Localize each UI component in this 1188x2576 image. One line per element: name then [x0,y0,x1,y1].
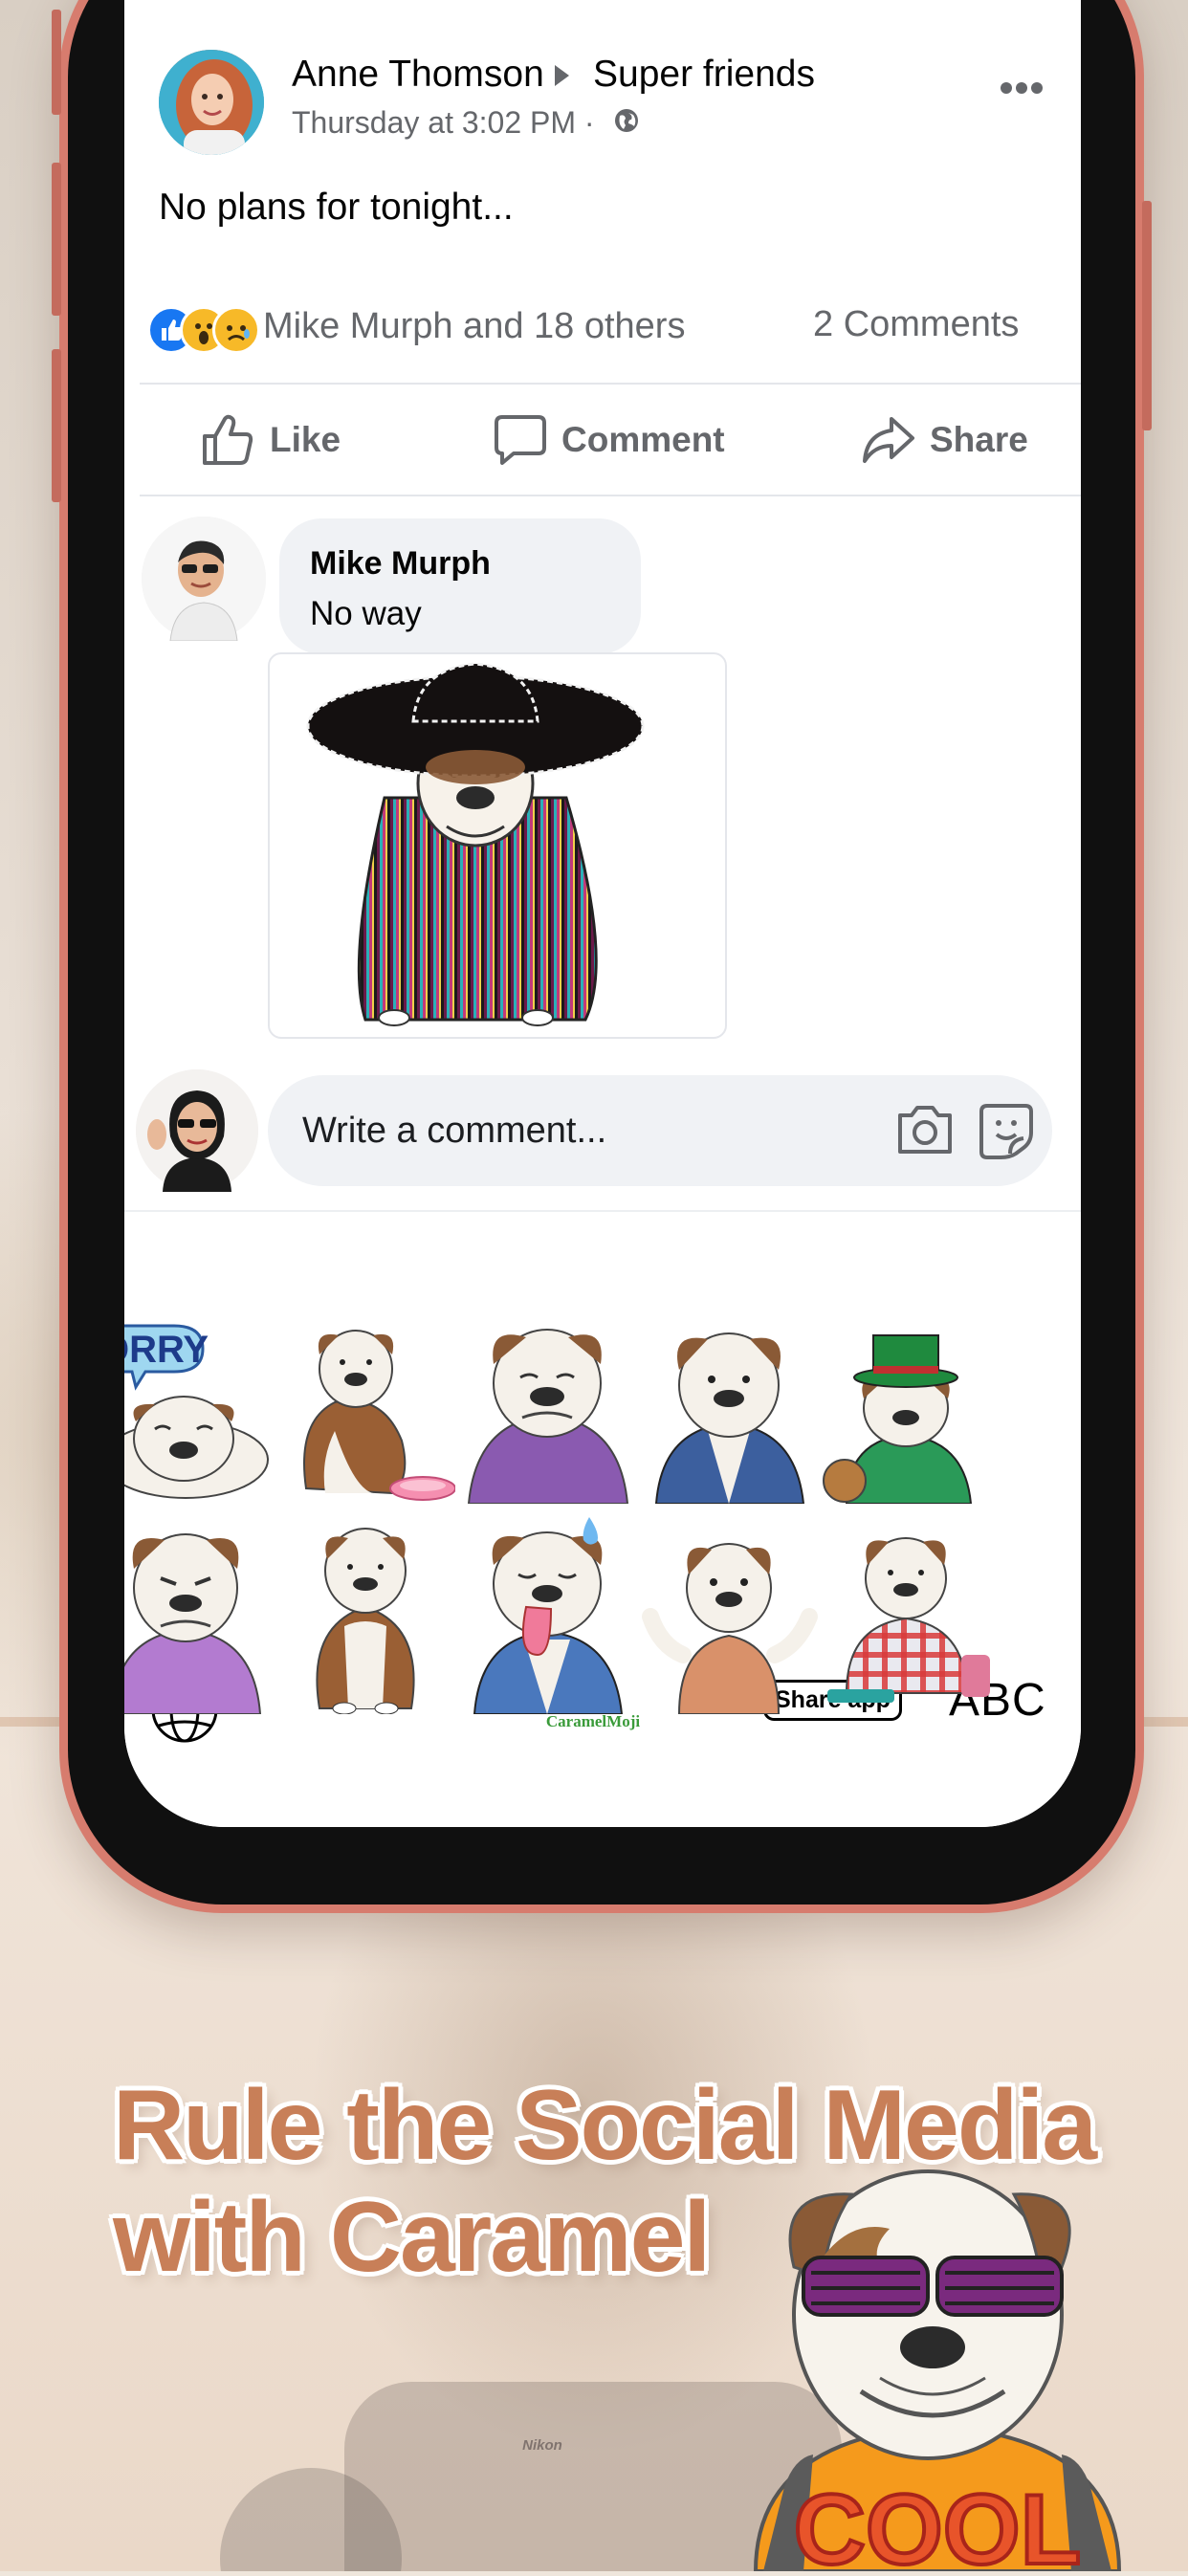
bulldog-sunglasses-image: COOL [753,2169,1122,2576]
thumbs-up-icon [203,414,253,465]
bulldog-bowl-sticker-image [303,1330,456,1501]
post-text: No plans for tonight... [159,187,514,228]
comment-button[interactable]: Comment [493,411,725,469]
divider [140,495,1081,496]
bulldog-purple-hoodie-sticker-image [467,1329,629,1505]
sad-reaction-icon [212,306,260,354]
post-group-name[interactable]: Super friends [593,54,815,96]
comment-label: Comment [561,420,725,459]
phone-volume-down-button [52,349,61,502]
divider [140,383,1081,385]
like-button[interactable]: Like [201,411,341,469]
comment-count[interactable]: 2 Comments [813,304,1019,345]
bulldog-pink-shirt-sticker-image [124,1533,262,1715]
share-button[interactable]: Share [861,411,1028,469]
reaction-icons[interactable] [147,306,262,354]
avatar-portrait [136,1069,258,1192]
post-author-avatar[interactable] [159,50,264,155]
sticker-bulldog-purple-hoodie[interactable] [459,1316,637,1505]
phone-side-button [52,10,61,115]
bulldog-sitting-sticker-image [316,1528,415,1715]
current-user-avatar[interactable] [136,1069,258,1192]
bulldog-sweat-tongue-sticker-image [473,1517,624,1715]
camera-icon[interactable] [894,1098,956,1159]
sticker-bulldog-plaid-shirt[interactable] [818,1511,996,1703]
sticker-bulldog-vest[interactable] [641,1316,819,1505]
sticker-bulldog-green-hat[interactable] [818,1316,996,1505]
avatar-portrait [159,50,264,155]
bulldog-vest-sticker-image [654,1332,805,1505]
bulldog-sombrero-sticker-image [306,662,645,1026]
sticker-bulldog-sorry[interactable]: ORRY [124,1316,275,1504]
cool-bulldog-illustration: COOL [737,2152,1138,2576]
more-options-icon[interactable] [1000,81,1044,95]
bulldog-shrug-sticker-image [642,1543,818,1715]
comment-text: No way [310,595,422,632]
share-arrow-icon [863,417,914,463]
sticker-bulldog-shrug[interactable] [641,1511,819,1715]
sticker-bulldog-pink-shirt[interactable] [124,1511,275,1715]
sorry-text: ORRY [124,1329,209,1371]
camera-brand-text: Nikon [522,2437,562,2454]
bulldog-green-hat-sticker-image [823,1334,973,1505]
globe-icon [615,109,638,132]
sticker-icon[interactable] [976,1098,1037,1159]
reaction-summary[interactable]: Mike Murph and 18 others [263,306,685,347]
bulldog-sorry-sticker-image: ORRY [124,1324,269,1499]
phone-volume-up-button [52,163,61,316]
comment-bubble[interactable]: Mike Murph No way [279,518,641,654]
sticker-bulldog-bowl[interactable] [277,1316,456,1504]
phone-power-button [1142,201,1152,430]
like-label: Like [270,420,341,459]
avatar-portrait [142,517,266,642]
comment-sticker[interactable] [268,652,727,1039]
comment-bubble-icon [495,415,546,465]
share-label: Share [930,420,1028,459]
arrow-right-icon [555,65,569,86]
comment-author-avatar[interactable] [142,517,266,642]
sticker-grid: ORRY [124,1303,1081,1724]
post-author-name[interactable]: Anne Thomson [292,54,544,96]
headline-line-2: with Caramel [113,2182,711,2293]
sticker-bulldog-sweat-tongue[interactable] [459,1511,637,1715]
comment-author-name[interactable]: Mike Murph [310,545,491,583]
bulldog-plaid-shirt-sticker-image [827,1537,990,1703]
sticker-bulldog-sitting[interactable] [277,1511,455,1715]
cool-shirt-text: COOL [794,2475,1081,2571]
post-timestamp[interactable]: Thursday at 3:02 PM · [292,105,595,141]
